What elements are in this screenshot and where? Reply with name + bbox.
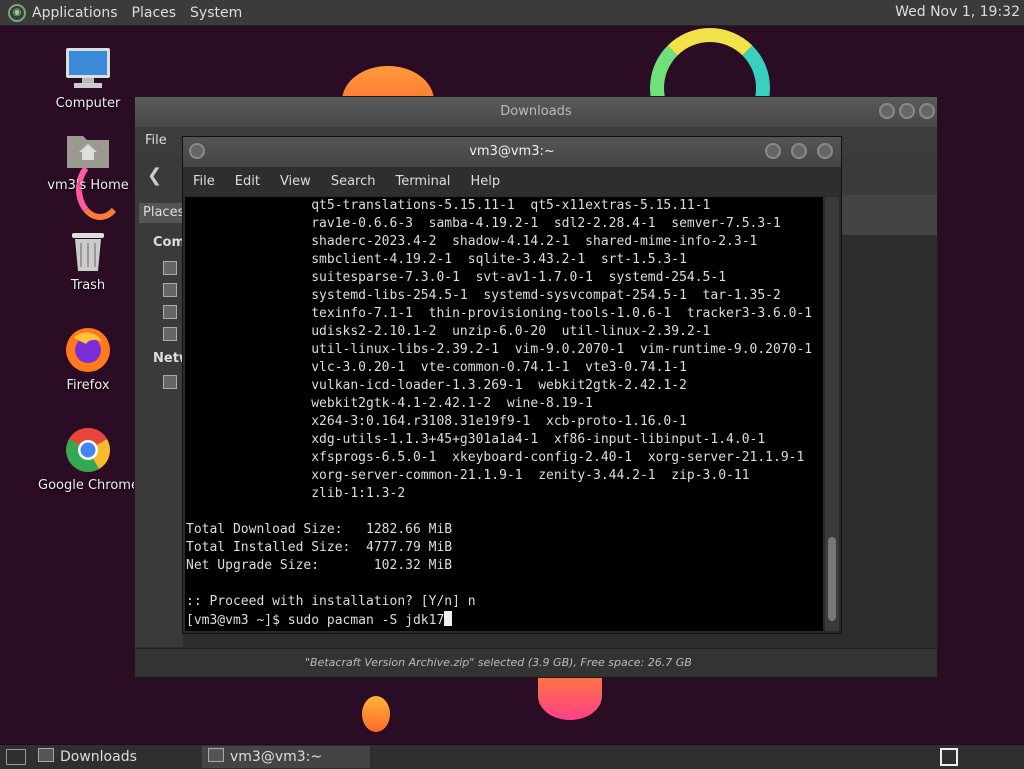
terminal-line: qt5-translations-5.15.11-1 qt5-x11extras… xyxy=(186,198,711,213)
terminal-line: texinfo-7.1-1 thin-provisioning-tools-1.… xyxy=(186,306,813,321)
desktop-icon-label: Trash xyxy=(70,278,106,293)
terminal-scrollbar[interactable] xyxy=(825,197,839,631)
menu-applications[interactable]: Applications xyxy=(32,5,118,21)
desktop-icon-chrome[interactable]: Google Chrome xyxy=(38,426,139,493)
sidebar-section-computer: Com xyxy=(153,235,186,250)
terminal-line: x264-3:0.164.r3108.31e19f9-1 xcb-proto-1… xyxy=(186,414,687,429)
show-desktop-icon[interactable] xyxy=(6,749,26,765)
bottom-panel: Downloads vm3@vm3:~ xyxy=(0,744,1024,769)
taskbar-item-downloads[interactable]: Downloads xyxy=(32,746,137,768)
terminal-window: vm3@vm3:~ File Edit View Search Terminal… xyxy=(182,136,842,634)
taskbar-label: vm3@vm3:~ xyxy=(230,749,323,765)
terminal-minimize-button[interactable] xyxy=(765,143,781,159)
terminal-menu-help[interactable]: Help xyxy=(470,174,500,189)
folder-icon xyxy=(38,748,54,762)
terminal-prompt-line: [vm3@vm3 ~]$ sudo pacman -S jdk17 xyxy=(185,611,823,630)
terminal-cursor xyxy=(444,611,453,626)
terminal-line: vulkan-icd-loader-1.3.269-1 webkit2gtk-2… xyxy=(186,378,687,393)
maximize-button[interactable] xyxy=(899,103,915,119)
menu-system[interactable]: System xyxy=(190,5,242,21)
desktop-icon-label: Google Chrome xyxy=(38,478,139,493)
desktop-icon-label: Firefox xyxy=(66,378,110,393)
trash-icon xyxy=(64,226,112,274)
terminal-line: systemd-libs-254.5-1 systemd-sysvcompat-… xyxy=(186,288,781,303)
terminal-output: qt5-translations-5.15.11-1 qt5-x11extras… xyxy=(185,197,823,611)
terminal-line: :: Proceed with installation? [Y/n] n xyxy=(186,594,476,609)
terminal-menu-edit[interactable]: Edit xyxy=(235,174,260,189)
terminal-titlebar[interactable]: vm3@vm3:~ xyxy=(183,137,841,167)
desktop-icon-computer[interactable]: Computer xyxy=(38,44,138,111)
computer-icon xyxy=(64,44,112,92)
terminal-line: udisks2-2.10.1-2 unzip-6.0-20 util-linux… xyxy=(186,324,711,339)
terminal-line: xdg-utils-1.1.3+45+g301a1a4-1 xf86-input… xyxy=(186,432,766,447)
terminal-line: xfsprogs-6.5.0-1 xkeyboard-config-2.40-1… xyxy=(186,450,805,465)
terminal-line: webkit2gtk-4.1-2.42.1-2 wine-8.19-1 xyxy=(186,396,593,411)
downloads-statusbar: "Betacraft Version Archive.zip" selected… xyxy=(135,648,937,677)
close-button[interactable] xyxy=(919,103,935,119)
status-text: "Betacraft Version Archive.zip" selected… xyxy=(305,656,692,669)
terminal-menu-search[interactable]: Search xyxy=(331,174,376,189)
wallpaper-shape-bottom xyxy=(538,672,602,720)
terminal-line: Total Download Size: 1282.66 MiB xyxy=(186,522,453,537)
terminal-line: suitesparse-7.3.0-1 svt-av1-1.7.0-1 syst… xyxy=(186,270,727,285)
terminal-menu-button[interactable] xyxy=(189,143,205,159)
drive-icon[interactable] xyxy=(163,305,177,319)
home-icon[interactable] xyxy=(163,261,177,275)
network-icon[interactable] xyxy=(163,375,177,389)
menu-places[interactable]: Places xyxy=(132,5,177,21)
terminal-scroll-thumb[interactable] xyxy=(828,537,836,621)
terminal-menubar: File Edit View Search Terminal Help xyxy=(183,167,841,195)
downloads-path-area xyxy=(841,195,937,235)
clock[interactable]: Wed Nov 1, 19:32 xyxy=(895,4,1020,20)
terminal-line: smbclient-4.19.2-1 sqlite-3.43.2-1 srt-1… xyxy=(186,252,687,267)
terminal-line: vlc-3.0.20-1 vte-common-0.74.1-1 vte3-0.… xyxy=(186,360,687,375)
terminal-line: xorg-server-common-21.1.9-1 zenity-3.44.… xyxy=(186,468,750,483)
taskbar-label: Downloads xyxy=(60,749,137,765)
desktop-icon-firefox[interactable]: Firefox xyxy=(38,326,138,393)
taskbar-item-terminal[interactable]: vm3@vm3:~ xyxy=(202,746,370,768)
desktop-icon-label: vm3's Home xyxy=(47,178,129,193)
chrome-icon xyxy=(64,426,112,474)
menu-file[interactable]: File xyxy=(145,133,167,148)
terminal-line: util-linux-libs-2.39.2-1 vim-9.0.2070-1 … xyxy=(186,342,813,357)
downloads-titlebar[interactable]: Downloads xyxy=(135,97,937,127)
distro-logo-icon[interactable]: ◉ xyxy=(8,3,26,22)
downloads-sidebar: Places Com Netw xyxy=(135,195,191,647)
folder-icon[interactable] xyxy=(163,283,177,297)
terminal-line: rav1e-0.6.6-3 samba-4.19.2-1 sdl2-2.28.4… xyxy=(186,216,781,231)
workspace-switcher[interactable] xyxy=(940,748,958,766)
minimize-button[interactable] xyxy=(879,103,895,119)
terminal-line: zlib-1:1.3-2 xyxy=(186,486,406,501)
back-arrow-icon[interactable]: ❮ xyxy=(147,165,162,186)
desktop-icon-home[interactable]: vm3's Home xyxy=(38,126,138,193)
terminal-line: Total Installed Size: 4777.79 MiB xyxy=(186,540,453,555)
desktop-icon-label: Computer xyxy=(55,96,121,111)
terminal-prompt: [vm3@vm3 ~]$ sudo pacman -S jdk17 xyxy=(186,613,445,628)
firefox-icon xyxy=(64,326,112,374)
terminal-menu-terminal[interactable]: Terminal xyxy=(395,174,450,189)
home-folder-icon xyxy=(64,126,112,174)
terminal-line: shaderc-2023.4-2 shadow-4.14.2-1 shared-… xyxy=(186,234,758,249)
wallpaper-shape-small xyxy=(362,696,390,732)
terminal-icon xyxy=(208,748,224,762)
terminal-line: Net Upgrade Size: 102.32 MiB xyxy=(186,558,453,573)
desktop-icon-trash[interactable]: Trash xyxy=(38,226,138,293)
terminal-menu-view[interactable]: View xyxy=(280,174,311,189)
terminal-screen[interactable]: qt5-translations-5.15.11-1 qt5-x11extras… xyxy=(185,197,823,631)
top-panel: ◉ Applications Places System Wed Nov 1, … xyxy=(0,0,1024,26)
terminal-maximize-button[interactable] xyxy=(791,143,807,159)
terminal-close-button[interactable] xyxy=(817,143,833,159)
disk-icon[interactable] xyxy=(163,327,177,341)
terminal-menu-file[interactable]: File xyxy=(193,174,215,189)
